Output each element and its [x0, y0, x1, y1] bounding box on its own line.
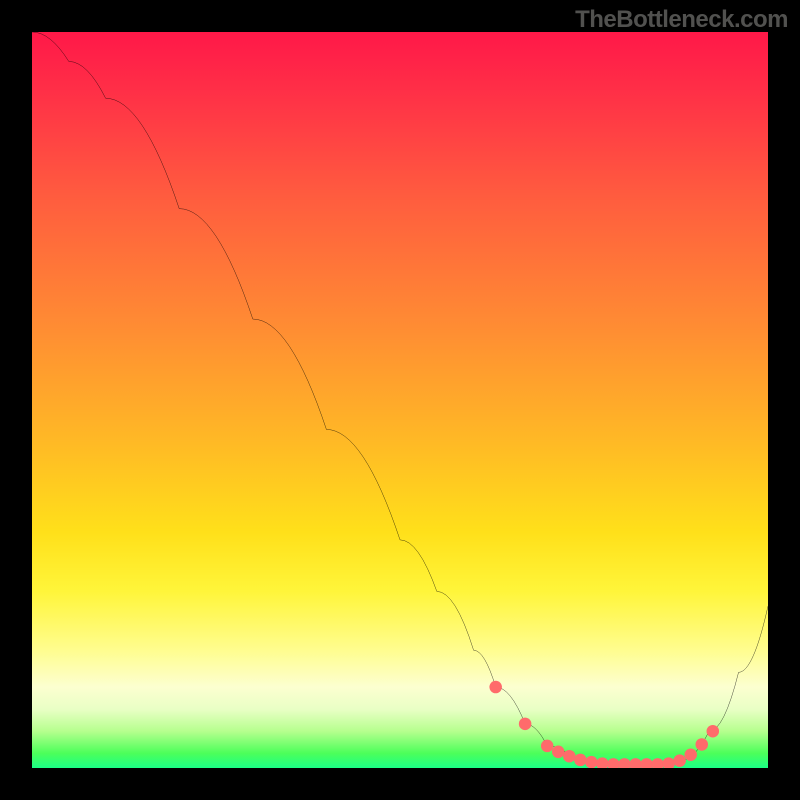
marker-dot [684, 748, 697, 761]
marker-dot [673, 754, 686, 767]
plot-area [32, 32, 768, 768]
marker-dot [640, 758, 653, 768]
watermark-label: TheBottleneck.com [575, 6, 788, 34]
marker-dot [585, 756, 598, 768]
marker-dot [696, 738, 709, 751]
marker-dot [596, 757, 609, 768]
marker-dot [519, 718, 532, 731]
marker-dot [662, 757, 675, 768]
marker-dot [563, 750, 576, 763]
marker-dot [489, 681, 502, 694]
marker-dot [552, 746, 565, 759]
curve-svg [32, 32, 768, 768]
marker-dot [651, 758, 664, 768]
marker-dot [574, 754, 587, 767]
marker-group [489, 681, 719, 768]
chart-frame: TheBottleneck.com [0, 0, 800, 800]
marker-dot [618, 758, 631, 768]
marker-dot [629, 758, 642, 768]
marker-dot [541, 740, 554, 753]
marker-dot [607, 758, 620, 768]
bottleneck-curve [32, 32, 768, 764]
marker-dot [707, 725, 720, 738]
